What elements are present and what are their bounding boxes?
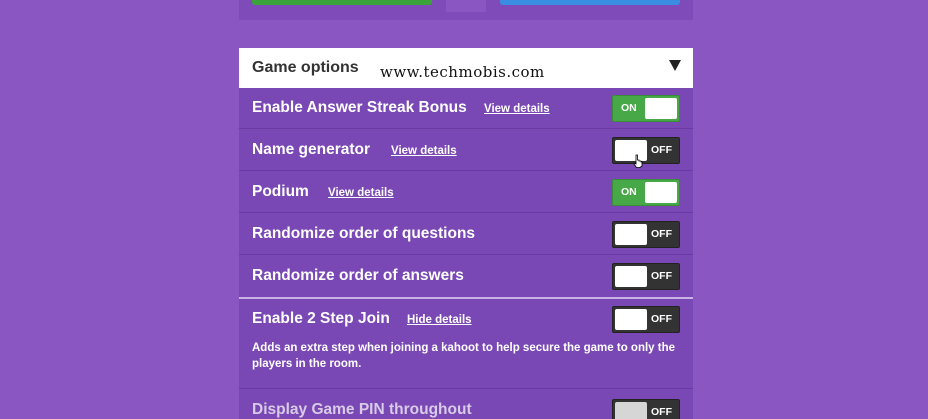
toggle-knob (615, 224, 647, 245)
toggle-state: OFF (651, 406, 672, 418)
options-panel: Enable Answer Streak Bonus View details … (239, 88, 693, 419)
option-row-two-step-join: Enable 2 Step Join Hide details OFF Adds… (239, 299, 693, 389)
top-gap (446, 0, 486, 12)
toggle-podium[interactable]: ON (612, 179, 680, 206)
option-row-randomize-questions: Randomize order of questions OFF (239, 214, 693, 255)
toggle-randomize-questions[interactable]: OFF (612, 221, 680, 248)
toggle-state: OFF (651, 228, 672, 240)
toggle-state: OFF (651, 144, 672, 156)
option-label: Display Game PIN throughout (252, 401, 472, 418)
option-row-display-pin: Display Game PIN throughout OFF (239, 390, 693, 419)
option-row-name-generator: Name generator View details OFF (239, 130, 693, 171)
toggle-randomize-answers[interactable]: OFF (612, 263, 680, 290)
toggle-state: OFF (651, 313, 672, 325)
toggle-knob (615, 266, 647, 287)
toggle-answer-streak[interactable]: ON (612, 95, 680, 122)
option-label: Enable 2 Step Join (252, 310, 390, 327)
toggle-two-step-join[interactable]: OFF (612, 306, 680, 333)
toggle-knob (615, 309, 647, 330)
game-options-title: Game options (252, 59, 359, 76)
two-step-description: Adds an extra step when joining a kahoot… (252, 342, 676, 370)
toggle-state: ON (621, 102, 637, 114)
toggle-state: OFF (651, 270, 672, 282)
option-label: Randomize order of questions (252, 225, 476, 242)
game-options-header[interactable]: Game options www.techmobis.com (239, 48, 693, 88)
option-row-randomize-answers: Randomize order of answers OFF (239, 256, 693, 297)
option-row-answer-streak: Enable Answer Streak Bonus View details … (239, 88, 693, 129)
toggle-name-generator[interactable]: OFF (612, 137, 680, 164)
toggle-knob (645, 182, 677, 203)
option-label: Randomize order of answers (252, 267, 464, 284)
option-label: Name generator (252, 141, 371, 158)
toggle-knob (615, 402, 647, 419)
view-details-link[interactable]: View details (484, 103, 550, 115)
view-details-link[interactable]: View details (328, 187, 394, 199)
option-label: Enable Answer Streak Bonus (252, 99, 467, 116)
toggle-display-pin[interactable]: OFF (612, 399, 680, 419)
option-label: Podium (252, 183, 309, 200)
top-green-button[interactable] (252, 0, 432, 5)
view-details-link[interactable]: View details (391, 145, 457, 157)
hand-cursor-icon (633, 154, 643, 168)
hide-details-link[interactable]: Hide details (407, 314, 472, 326)
top-blue-button[interactable] (500, 0, 680, 5)
caret-down-icon[interactable] (669, 60, 681, 71)
toggle-knob (645, 98, 677, 119)
watermark: www.techmobis.com (380, 63, 545, 81)
option-row-podium: Podium View details ON (239, 172, 693, 213)
toggle-state: ON (621, 186, 637, 198)
page: Game options www.techmobis.com Enable An… (0, 0, 928, 419)
